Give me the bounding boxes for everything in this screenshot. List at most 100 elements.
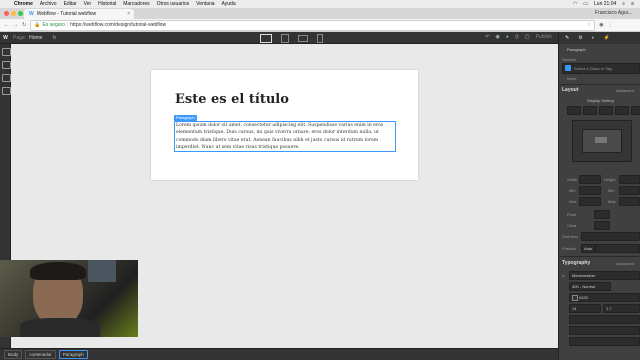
reload-icon[interactable]: ↻ bbox=[22, 22, 26, 28]
page-heading[interactable]: Este es el título bbox=[175, 92, 289, 107]
float-options[interactable] bbox=[594, 210, 610, 219]
settings-gear-icon[interactable]: ⚙ bbox=[578, 35, 582, 41]
clear-label: Clear bbox=[567, 223, 577, 228]
presenter-shirt bbox=[20, 318, 100, 337]
code-icon[interactable]: ⟨⟩ bbox=[515, 34, 519, 40]
add-panel-icon[interactable] bbox=[2, 48, 11, 56]
position-label: Position bbox=[562, 246, 577, 251]
publish-button[interactable]: Publish bbox=[536, 34, 552, 40]
phone-landscape-icon[interactable] bbox=[298, 35, 308, 42]
lock-icon: 🔒 bbox=[34, 22, 41, 28]
position-options[interactable] bbox=[595, 244, 640, 253]
undo-icon[interactable]: ↶ bbox=[485, 34, 489, 40]
export-icon[interactable]: ▢ bbox=[525, 34, 530, 40]
wifi-icon[interactable]: ◠ bbox=[573, 1, 577, 7]
desktop-view-icon[interactable] bbox=[260, 34, 272, 43]
assets-icon[interactable] bbox=[2, 87, 11, 95]
text-decoration-options[interactable] bbox=[569, 337, 640, 346]
line-height-input[interactable]: 1.7 bbox=[603, 304, 640, 313]
display-flex-button[interactable] bbox=[599, 106, 613, 115]
font-family-select[interactable]: Merriweather bbox=[569, 271, 640, 280]
omnibox[interactable]: 🔒 Es seguro | https://webflow.com/design… bbox=[30, 19, 596, 31]
page-body[interactable]: Este es el título Paragraph Lorem ipsum … bbox=[151, 70, 418, 180]
interactions-icon[interactable]: ⚡ bbox=[604, 35, 610, 41]
breadcrumb-paragraph[interactable]: Paragraph bbox=[58, 350, 88, 359]
layout-section-title[interactable]: Layout bbox=[562, 87, 578, 93]
forward-icon[interactable]: → bbox=[13, 22, 18, 28]
selected-paragraph[interactable]: Lorem ipsum dolor sit amet, consectetur … bbox=[174, 121, 396, 152]
star-icon[interactable]: ☆ bbox=[587, 22, 591, 28]
position-select[interactable]: Auto bbox=[581, 244, 595, 253]
page-selector[interactable]: Home bbox=[29, 35, 42, 41]
display-inline-button[interactable] bbox=[615, 106, 629, 115]
webflow-top-bar: W Page: Home ↻ ↶ ◉ ● ⟨⟩ ▢ Publish bbox=[0, 32, 640, 44]
breadcrumb-body[interactable]: Body bbox=[4, 350, 23, 359]
font-size-input[interactable]: 14 bbox=[569, 304, 601, 313]
pages-icon[interactable] bbox=[2, 74, 11, 82]
mac-menu-bar: Chrome Archivo Editar Ver Historial Marc… bbox=[0, 0, 640, 8]
minimize-window-button[interactable] bbox=[11, 11, 16, 16]
menu-clock[interactable]: Lun 21:04 bbox=[594, 1, 616, 7]
webcam-overlay bbox=[0, 260, 138, 337]
typography-advanced-toggle[interactable]: Advanced bbox=[616, 261, 634, 266]
menu-item-ayuda[interactable]: Ayuda bbox=[222, 1, 236, 7]
min-width-input[interactable] bbox=[579, 186, 601, 195]
preview-eye-icon[interactable]: ◉ bbox=[496, 34, 500, 40]
menu-item-archivo[interactable]: Archivo bbox=[40, 1, 57, 7]
style-brush-icon[interactable]: ✎ bbox=[565, 35, 569, 41]
tab-title: Webflow - Tutorial webflow bbox=[36, 11, 97, 17]
height-input[interactable] bbox=[619, 175, 640, 184]
menu-item-marcadores[interactable]: Marcadores bbox=[123, 1, 149, 7]
back-icon[interactable]: ← bbox=[4, 22, 9, 28]
battery-icon[interactable]: ▭ bbox=[583, 1, 588, 7]
typography-section-title[interactable]: Typography bbox=[562, 260, 590, 266]
display-block-button[interactable] bbox=[567, 106, 581, 115]
drops-icon[interactable]: ◐ bbox=[592, 35, 595, 41]
close-window-button[interactable] bbox=[4, 11, 9, 16]
min-height-input[interactable] bbox=[619, 186, 640, 195]
tablet-view-icon[interactable] bbox=[281, 34, 289, 43]
font-color-field[interactable]: #333 bbox=[569, 293, 640, 302]
font-weight-select[interactable]: 400 - Normal bbox=[569, 282, 611, 291]
browser-tab[interactable]: W Webflow - Tutorial webflow × bbox=[24, 9, 134, 19]
text-style-options[interactable] bbox=[569, 326, 640, 335]
max-height-input[interactable] bbox=[619, 197, 640, 206]
clear-options[interactable] bbox=[594, 221, 610, 230]
breadcrumb-contenedor[interactable]: contenedor bbox=[25, 350, 56, 359]
element-breadcrumb-bar: Body contenedor Paragraph bbox=[0, 348, 558, 360]
url-text[interactable]: https://webflow.com/design/tutorial-webf… bbox=[70, 22, 166, 28]
style-panel: ✎ ⚙ ◐ ⚡ Paragraph Selector Select a Clas… bbox=[558, 32, 640, 360]
phone-portrait-icon[interactable] bbox=[317, 34, 323, 43]
box-model-margin[interactable] bbox=[572, 120, 632, 162]
chrome-user-name[interactable]: Francisco Agui... bbox=[595, 10, 632, 16]
maximize-window-button[interactable] bbox=[18, 11, 23, 16]
refresh-icon[interactable]: ↻ bbox=[52, 35, 56, 41]
selector-input[interactable]: Select a Class or Tag bbox=[562, 63, 640, 74]
menu-item-otros-usuarios[interactable]: Otros usuarios bbox=[157, 1, 190, 7]
display-inline-block-button[interactable] bbox=[583, 106, 597, 115]
search-icon[interactable]: ⌕ bbox=[622, 1, 625, 7]
layout-advanced-toggle[interactable]: Advanced bbox=[616, 88, 634, 93]
webflow-logo-icon[interactable]: W bbox=[0, 35, 11, 41]
font-family-value: Merriweather bbox=[572, 273, 596, 278]
position-value: Auto bbox=[584, 246, 593, 251]
menu-item-historial[interactable]: Historial bbox=[98, 1, 116, 7]
box-model-padding[interactable] bbox=[582, 129, 622, 153]
navigator-icon[interactable] bbox=[2, 61, 11, 69]
min-width-label: Min bbox=[569, 188, 576, 193]
menu-item-ver[interactable]: Ver bbox=[84, 1, 92, 7]
menu-item-ventana[interactable]: Ventana bbox=[196, 1, 214, 7]
chrome-menu-icon[interactable]: ⋮ bbox=[608, 22, 613, 28]
extension-icon[interactable]: ◉ bbox=[599, 22, 603, 28]
selector-placeholder: Select a Class or Tag bbox=[574, 66, 612, 71]
close-tab-icon[interactable]: × bbox=[127, 11, 130, 17]
menu-app-name[interactable]: Chrome bbox=[14, 1, 33, 7]
max-width-input[interactable] bbox=[579, 197, 601, 206]
menu-list-icon[interactable]: ≡ bbox=[631, 1, 634, 7]
menu-item-editar[interactable]: Editar bbox=[64, 1, 77, 7]
font-color-value: #333 bbox=[579, 295, 588, 300]
overflow-options[interactable] bbox=[581, 232, 640, 241]
width-input[interactable] bbox=[579, 175, 601, 184]
text-align-options[interactable] bbox=[569, 315, 640, 324]
display-none-button[interactable] bbox=[631, 106, 640, 115]
